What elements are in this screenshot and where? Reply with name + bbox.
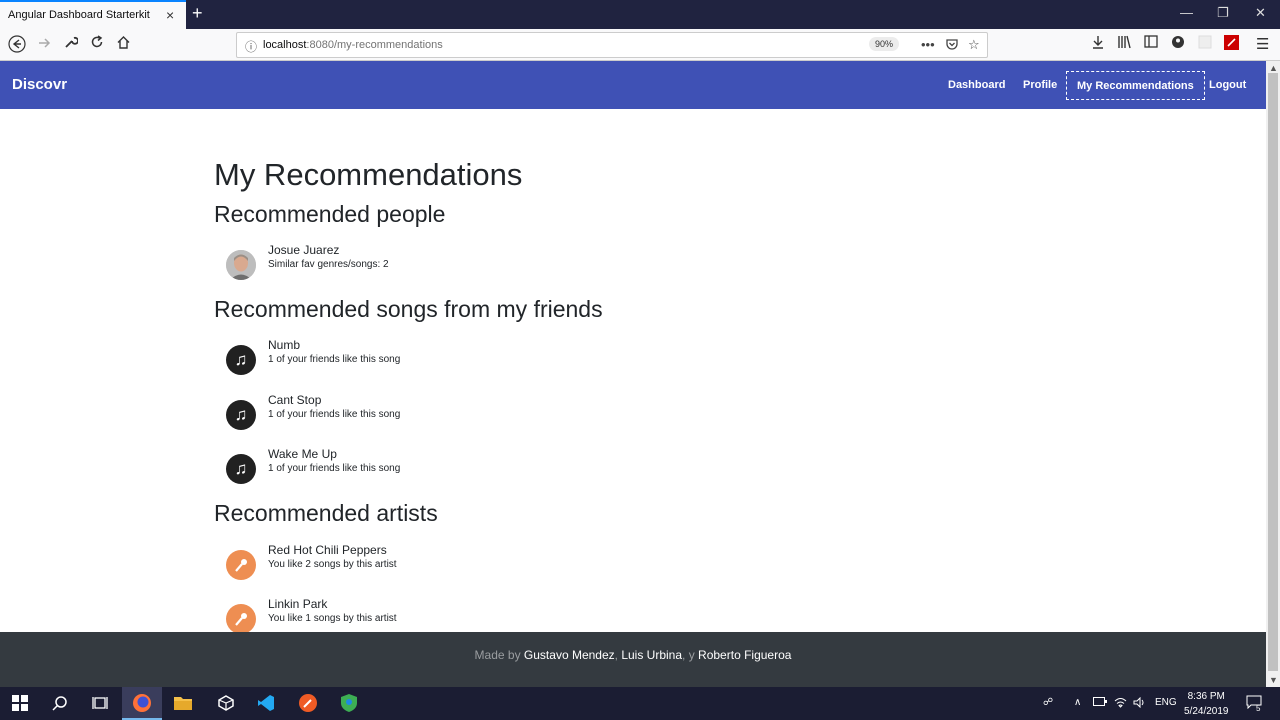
tab-close-icon[interactable]: × bbox=[166, 7, 174, 23]
app-shield-icon[interactable] bbox=[329, 687, 369, 720]
avatar bbox=[226, 250, 256, 280]
reload-icon[interactable] bbox=[90, 35, 104, 53]
browser-tab-active[interactable]: Angular Dashboard Starterkit × bbox=[0, 0, 186, 29]
artist-detail: You like 2 songs by this artist bbox=[268, 559, 397, 570]
list-item-song[interactable]: ♫ Wake Me Up 1 of your friends like this… bbox=[226, 447, 626, 488]
notification-count: 5 bbox=[1256, 704, 1261, 713]
firefox-icon[interactable] bbox=[122, 687, 162, 720]
scroll-down-icon[interactable]: ▼ bbox=[1269, 675, 1278, 685]
back-icon[interactable] bbox=[8, 35, 26, 57]
task-view-icon[interactable] bbox=[80, 687, 120, 720]
minimize-icon[interactable]: — bbox=[1180, 5, 1193, 20]
footer-author: Roberto Figueroa bbox=[698, 648, 792, 662]
page-actions-icon[interactable]: ••• bbox=[921, 37, 935, 52]
vscode-icon[interactable] bbox=[246, 687, 286, 720]
list-item-artist[interactable]: Linkin Park You like 1 songs by this art… bbox=[226, 597, 626, 632]
app-navbar: Discovr Dashboard Profile My Recommendat… bbox=[0, 61, 1266, 109]
site-info-icon[interactable]: ⓘ bbox=[245, 38, 257, 55]
url-bar[interactable]: ⓘ localhost:8080/my-recommendations 90% … bbox=[236, 32, 988, 58]
postman-icon[interactable] bbox=[288, 687, 328, 720]
section-title-songs: Recommended songs from my friends bbox=[214, 296, 603, 322]
zoom-level-badge[interactable]: 90% bbox=[869, 37, 900, 51]
menu-icon[interactable]: ☰ bbox=[1256, 35, 1269, 53]
footer-made-by: Made by bbox=[474, 648, 521, 662]
page-footer: Made by Gustavo Mendez, Luis Urbina, y R… bbox=[0, 632, 1266, 687]
extension-red-icon[interactable] bbox=[1224, 35, 1239, 54]
music-note-icon: ♫ bbox=[226, 345, 256, 375]
scroll-thumb[interactable] bbox=[1268, 73, 1278, 671]
home-icon[interactable] bbox=[116, 35, 131, 54]
person-name: Josue Juarez bbox=[268, 243, 340, 257]
brand-logo[interactable]: Discovr bbox=[12, 76, 67, 93]
window-close-icon[interactable]: ✕ bbox=[1255, 5, 1266, 21]
section-title-people: Recommended people bbox=[214, 201, 446, 227]
volume-icon[interactable] bbox=[1133, 696, 1146, 711]
language-indicator[interactable]: ENG bbox=[1155, 697, 1177, 708]
wrench-icon[interactable] bbox=[64, 35, 79, 53]
song-name: Numb bbox=[268, 338, 301, 352]
restore-icon[interactable]: ❐ bbox=[1217, 5, 1229, 21]
artist-name: Linkin Park bbox=[268, 597, 328, 611]
nav-logout[interactable]: Logout bbox=[1199, 71, 1256, 100]
footer-author: Gustavo Mendez bbox=[523, 648, 615, 662]
system-clock[interactable]: 8:36 PM 5/24/2019 bbox=[1184, 689, 1229, 719]
downloads-icon[interactable] bbox=[1091, 35, 1105, 53]
browser-tab-strip: Angular Dashboard Starterkit × + — ❐ ✕ bbox=[0, 0, 1280, 29]
library-icon[interactable] bbox=[1117, 35, 1132, 53]
bookmark-star-icon[interactable]: ☆ bbox=[968, 37, 980, 53]
artist-name: Red Hot Chili Peppers bbox=[268, 543, 387, 557]
tray-expand-icon[interactable]: ∧ bbox=[1074, 697, 1081, 708]
person-detail: Similar fav genres/songs: 2 bbox=[268, 259, 389, 270]
scroll-up-icon[interactable]: ▲ bbox=[1269, 63, 1278, 73]
song-detail: 1 of your friends like this song bbox=[268, 463, 401, 474]
people-icon[interactable]: ☍ bbox=[1043, 697, 1053, 708]
os-taskbar: ☍ ∧ ENG 8:36 PM 5/24/2019 5 bbox=[0, 687, 1280, 720]
song-name: Cant Stop bbox=[268, 393, 322, 407]
windows-start-icon[interactable] bbox=[0, 687, 40, 720]
battery-icon[interactable] bbox=[1093, 697, 1107, 709]
tab-title: Angular Dashboard Starterkit bbox=[8, 9, 150, 21]
list-item-song[interactable]: ♫ Cant Stop 1 of your friends like this … bbox=[226, 393, 626, 434]
music-note-icon: ♫ bbox=[226, 400, 256, 430]
footer-separator: , bbox=[614, 648, 618, 662]
nav-my-recommendations[interactable]: My Recommendations bbox=[1066, 71, 1205, 100]
song-detail: 1 of your friends like this song bbox=[268, 409, 401, 420]
unity-icon[interactable] bbox=[206, 687, 246, 720]
sidebar-icon[interactable] bbox=[1144, 35, 1158, 52]
nav-profile[interactable]: Profile bbox=[1013, 71, 1067, 100]
page-title: My Recommendations bbox=[214, 157, 523, 192]
microphone-icon bbox=[226, 604, 256, 632]
music-note-icon: ♫ bbox=[226, 454, 256, 484]
file-explorer-icon[interactable] bbox=[163, 687, 203, 720]
url-host: localhost bbox=[263, 39, 307, 51]
footer-separator: , y bbox=[682, 648, 695, 662]
nav-dashboard[interactable]: Dashboard bbox=[938, 71, 1015, 100]
clock-date: 5/24/2019 bbox=[1184, 706, 1229, 717]
list-item-artist[interactable]: Red Hot Chili Peppers You like 2 songs b… bbox=[226, 543, 626, 584]
wifi-icon[interactable] bbox=[1114, 697, 1127, 711]
pocket-icon[interactable] bbox=[945, 37, 959, 54]
song-detail: 1 of your friends like this song bbox=[268, 354, 401, 365]
account-icon[interactable] bbox=[1171, 35, 1185, 53]
forward-icon[interactable] bbox=[36, 35, 52, 55]
microphone-icon bbox=[226, 550, 256, 580]
footer-credits: Made by Gustavo Mendez, Luis Urbina, y R… bbox=[0, 648, 1266, 662]
main-content: My Recommendations Recommended people Jo… bbox=[0, 109, 1266, 632]
clock-time: 8:36 PM bbox=[1187, 691, 1225, 702]
song-name: Wake Me Up bbox=[268, 447, 337, 461]
extension-icon[interactable] bbox=[1198, 35, 1212, 53]
search-icon[interactable] bbox=[40, 687, 80, 720]
new-tab-icon[interactable]: + bbox=[192, 3, 203, 24]
url-text: localhost:8080/my-recommendations bbox=[263, 39, 443, 51]
footer-author: Luis Urbina bbox=[621, 648, 683, 662]
page-scrollbar[interactable]: ▲ ▼ bbox=[1266, 61, 1280, 687]
section-title-artists: Recommended artists bbox=[214, 500, 438, 526]
list-item-song[interactable]: ♫ Numb 1 of your friends like this song bbox=[226, 338, 626, 379]
artist-detail: You like 1 songs by this artist bbox=[268, 613, 397, 624]
browser-toolbar: ⓘ localhost:8080/my-recommendations 90% … bbox=[0, 29, 1280, 61]
url-path: :8080/my-recommendations bbox=[306, 39, 443, 51]
list-item-person[interactable]: Josue Juarez Similar fav genres/songs: 2 bbox=[226, 243, 626, 284]
